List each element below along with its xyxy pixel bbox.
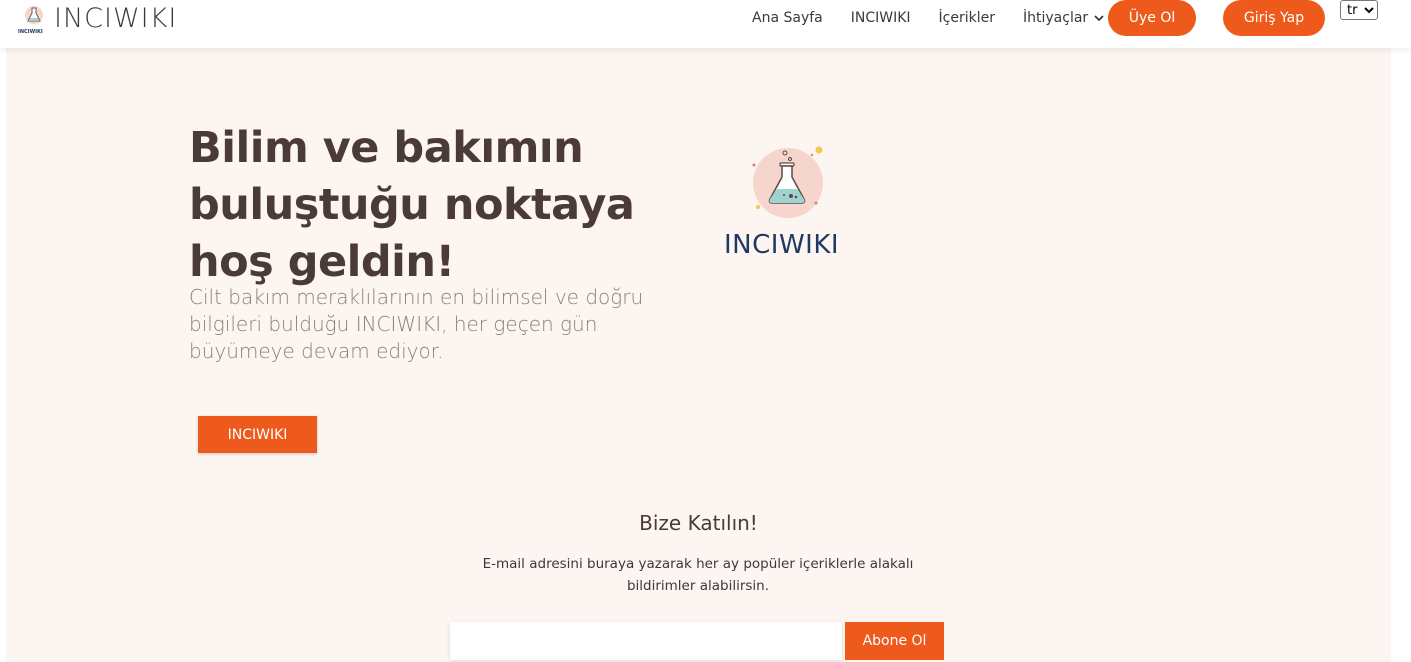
hero-inciwiki-button[interactable]: INCIWIKI [198,416,317,453]
brand-text: INCIWIKI [54,3,178,34]
chevron-down-icon [1094,10,1104,26]
main-nav: Ana Sayfa INCIWIKI İçerikler İhtiyaçlar [752,0,1132,36]
hero-logo-wordmark: INCIWIKI [724,230,840,260]
flask-icon [746,143,832,228]
nav-home[interactable]: Ana Sayfa [752,10,823,26]
top-navbar: INCIWIKI INCIWIKI Ana Sayfa INCIWIKI İçe… [0,0,1411,48]
nav-needs-label: İhtiyaçlar [1023,10,1089,26]
signup-button[interactable]: Üye Ol [1108,0,1196,36]
join-title: Bize Katılın! [639,511,758,535]
nav-contents[interactable]: İçerikler [939,10,995,26]
hero-title: Bilim ve bakımın buluştuğu noktaya hoş g… [189,123,635,287]
hero-section: Bilim ve bakımın buluştuğu noktaya hoş g… [6,48,1391,662]
email-input[interactable] [450,622,842,660]
nav-needs-dropdown[interactable]: İhtiyaçlar [1023,10,1104,26]
brand-flask-icon: INCIWIKI [18,4,50,38]
language-select[interactable]: tr [1340,0,1378,20]
nav-inciwiki[interactable]: INCIWIKI [851,10,911,26]
hero-subtitle: Cilt bakım meraklılarının en bilimsel ve… [189,285,644,363]
join-description: E-mail adresini buraya yazarak her ay po… [482,556,914,594]
login-button[interactable]: Giriş Yap [1223,0,1325,36]
brand-logo[interactable]: INCIWIKI INCIWIKI [18,4,177,38]
subscribe-button[interactable]: Abone Ol [845,622,944,660]
brand-mini-text: INCIWIKI [18,29,43,35]
